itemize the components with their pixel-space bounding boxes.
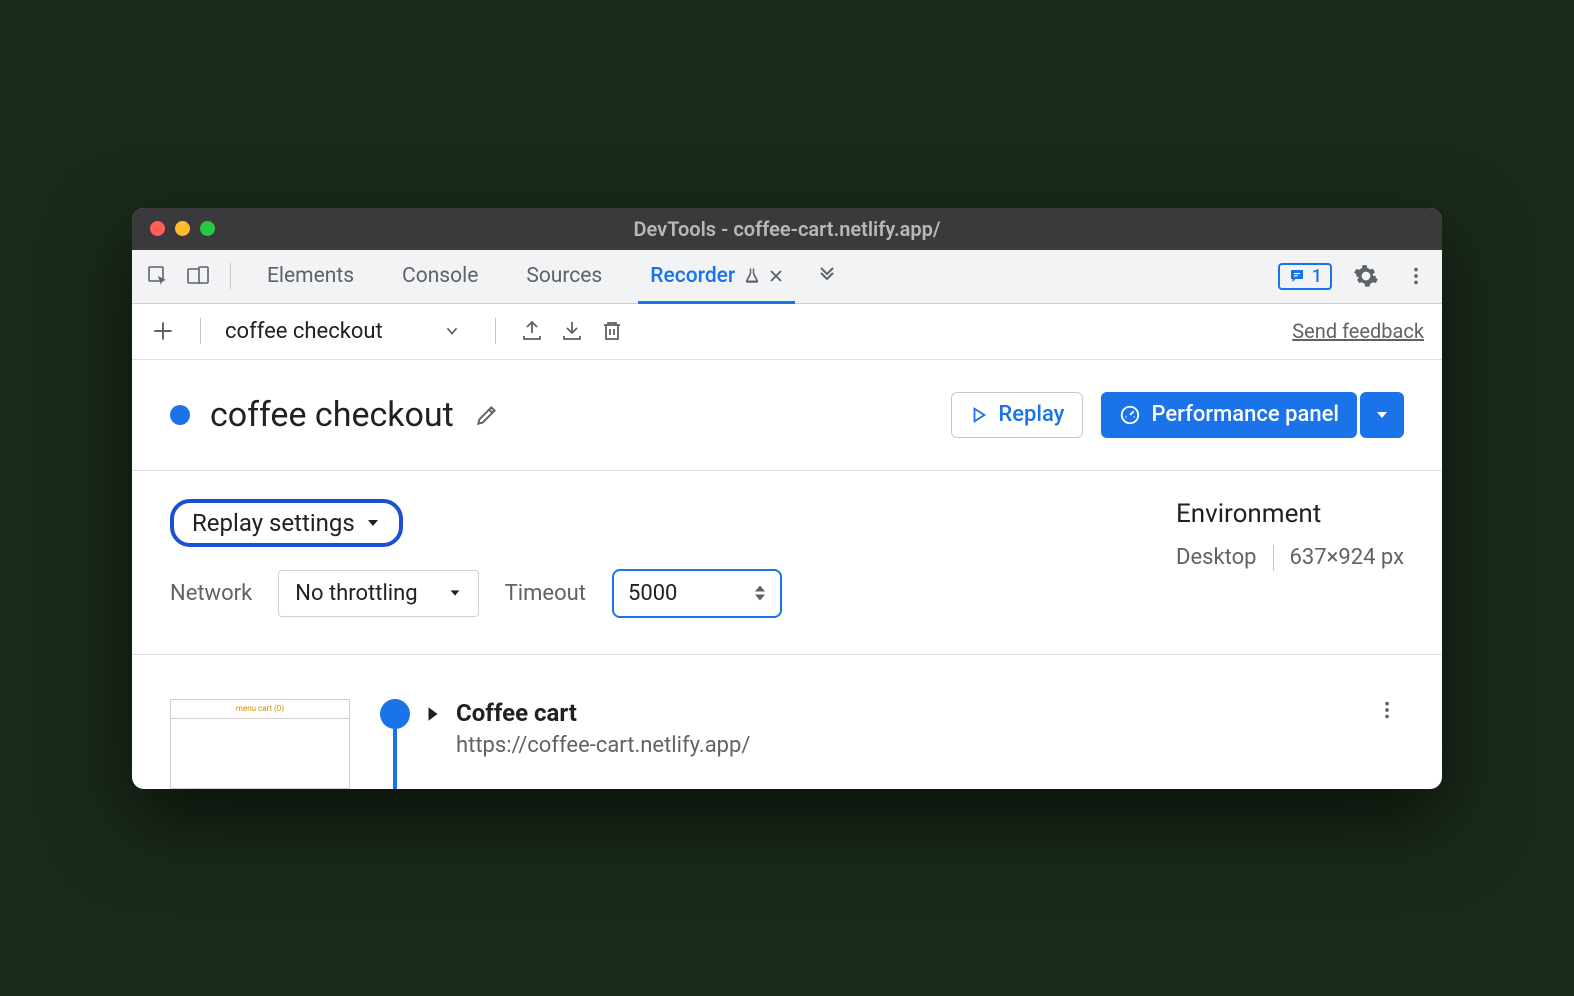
recording-steps: menu cart (0) Coffee cart https://coffee… bbox=[132, 655, 1442, 789]
tab-sources[interactable]: Sources bbox=[506, 249, 622, 303]
settings-gear-icon[interactable] bbox=[1350, 260, 1382, 292]
caret-down-icon bbox=[754, 593, 766, 602]
replay-settings-toggle[interactable]: Replay settings bbox=[170, 499, 403, 547]
network-label: Network bbox=[170, 581, 252, 606]
caret-up-icon bbox=[754, 584, 766, 593]
recording-name: coffee checkout bbox=[225, 319, 383, 344]
caret-down-icon bbox=[1374, 407, 1390, 423]
divider bbox=[1273, 545, 1274, 571]
environment-info: Environment Desktop 637×924 px bbox=[1176, 499, 1404, 618]
more-menu-icon[interactable] bbox=[1400, 260, 1432, 292]
tab-label: Recorder bbox=[650, 264, 735, 288]
close-tab-icon[interactable] bbox=[769, 269, 783, 283]
minimize-window-button[interactable] bbox=[175, 221, 190, 236]
record-status-dot bbox=[170, 405, 190, 425]
thumbnail-caption: menu cart (0) bbox=[236, 704, 284, 713]
play-icon bbox=[970, 406, 988, 424]
timeout-input[interactable]: 5000 bbox=[612, 569, 782, 618]
caret-down-icon bbox=[365, 515, 381, 531]
step-more-menu[interactable] bbox=[1376, 699, 1404, 721]
performance-panel-button[interactable]: Performance panel bbox=[1101, 392, 1357, 438]
flask-icon bbox=[743, 267, 761, 285]
gauge-icon bbox=[1119, 404, 1141, 426]
replay-settings-section: Replay settings Network No throttling Ti… bbox=[132, 471, 1442, 655]
edit-title-button[interactable] bbox=[474, 402, 500, 428]
maximize-window-button[interactable] bbox=[200, 221, 215, 236]
devtools-window: DevTools - coffee-cart.netlify.app/ Elem… bbox=[132, 208, 1442, 789]
timeout-label: Timeout bbox=[505, 581, 586, 606]
window-titlebar: DevTools - coffee-cart.netlify.app/ bbox=[132, 208, 1442, 250]
replay-button[interactable]: Replay bbox=[951, 392, 1083, 438]
inspect-element-icon[interactable] bbox=[142, 260, 174, 292]
caret-down-icon bbox=[448, 586, 462, 600]
divider bbox=[495, 318, 496, 344]
tab-console[interactable]: Console bbox=[382, 249, 498, 303]
timeout-value: 5000 bbox=[628, 581, 677, 606]
tab-recorder[interactable]: Recorder bbox=[630, 249, 803, 303]
tab-label: Sources bbox=[526, 264, 602, 288]
recording-title: coffee checkout bbox=[210, 395, 454, 435]
environment-viewport: 637×924 px bbox=[1290, 545, 1405, 570]
recording-header: coffee checkout Replay Performance panel bbox=[132, 360, 1442, 471]
traffic-lights bbox=[132, 221, 215, 236]
replay-settings-label: Replay settings bbox=[192, 509, 355, 537]
environment-heading: Environment bbox=[1176, 499, 1404, 529]
delete-button[interactable] bbox=[600, 319, 624, 343]
recording-dropdown[interactable]: coffee checkout bbox=[225, 319, 471, 344]
divider bbox=[230, 263, 231, 289]
environment-device: Desktop bbox=[1176, 545, 1257, 570]
export-button[interactable] bbox=[520, 319, 544, 343]
close-window-button[interactable] bbox=[150, 221, 165, 236]
chevron-down-icon bbox=[443, 322, 461, 340]
new-recording-button[interactable] bbox=[150, 318, 176, 344]
recorder-toolbar: coffee checkout Send feedback bbox=[132, 304, 1442, 360]
step-title: Coffee cart bbox=[456, 699, 577, 727]
tab-label: Console bbox=[402, 264, 478, 288]
divider bbox=[200, 318, 201, 344]
window-title: DevTools - coffee-cart.netlify.app/ bbox=[132, 217, 1442, 241]
device-toolbar-icon[interactable] bbox=[182, 260, 214, 292]
devtools-tabbar: Elements Console Sources Recorder 1 bbox=[132, 250, 1442, 304]
number-spinner[interactable] bbox=[754, 584, 766, 602]
tab-elements[interactable]: Elements bbox=[247, 249, 374, 303]
import-button[interactable] bbox=[560, 319, 584, 343]
issues-count: 1 bbox=[1312, 266, 1322, 287]
expand-arrow-icon[interactable] bbox=[426, 705, 440, 723]
tab-label: Elements bbox=[267, 264, 354, 288]
message-icon bbox=[1288, 267, 1306, 285]
issues-badge[interactable]: 1 bbox=[1278, 263, 1332, 290]
replay-label: Replay bbox=[998, 402, 1064, 427]
performance-dropdown-button[interactable] bbox=[1360, 392, 1404, 438]
step-thumbnail: menu cart (0) bbox=[170, 699, 350, 789]
send-feedback-link[interactable]: Send feedback bbox=[1292, 319, 1424, 343]
network-throttling-select[interactable]: No throttling bbox=[278, 570, 478, 617]
network-value: No throttling bbox=[295, 581, 417, 606]
more-tabs-icon[interactable] bbox=[811, 260, 843, 292]
step-url: https://coffee-cart.netlify.app/ bbox=[456, 733, 750, 758]
perf-label: Performance panel bbox=[1151, 402, 1339, 427]
timeline-step-marker bbox=[380, 699, 410, 729]
